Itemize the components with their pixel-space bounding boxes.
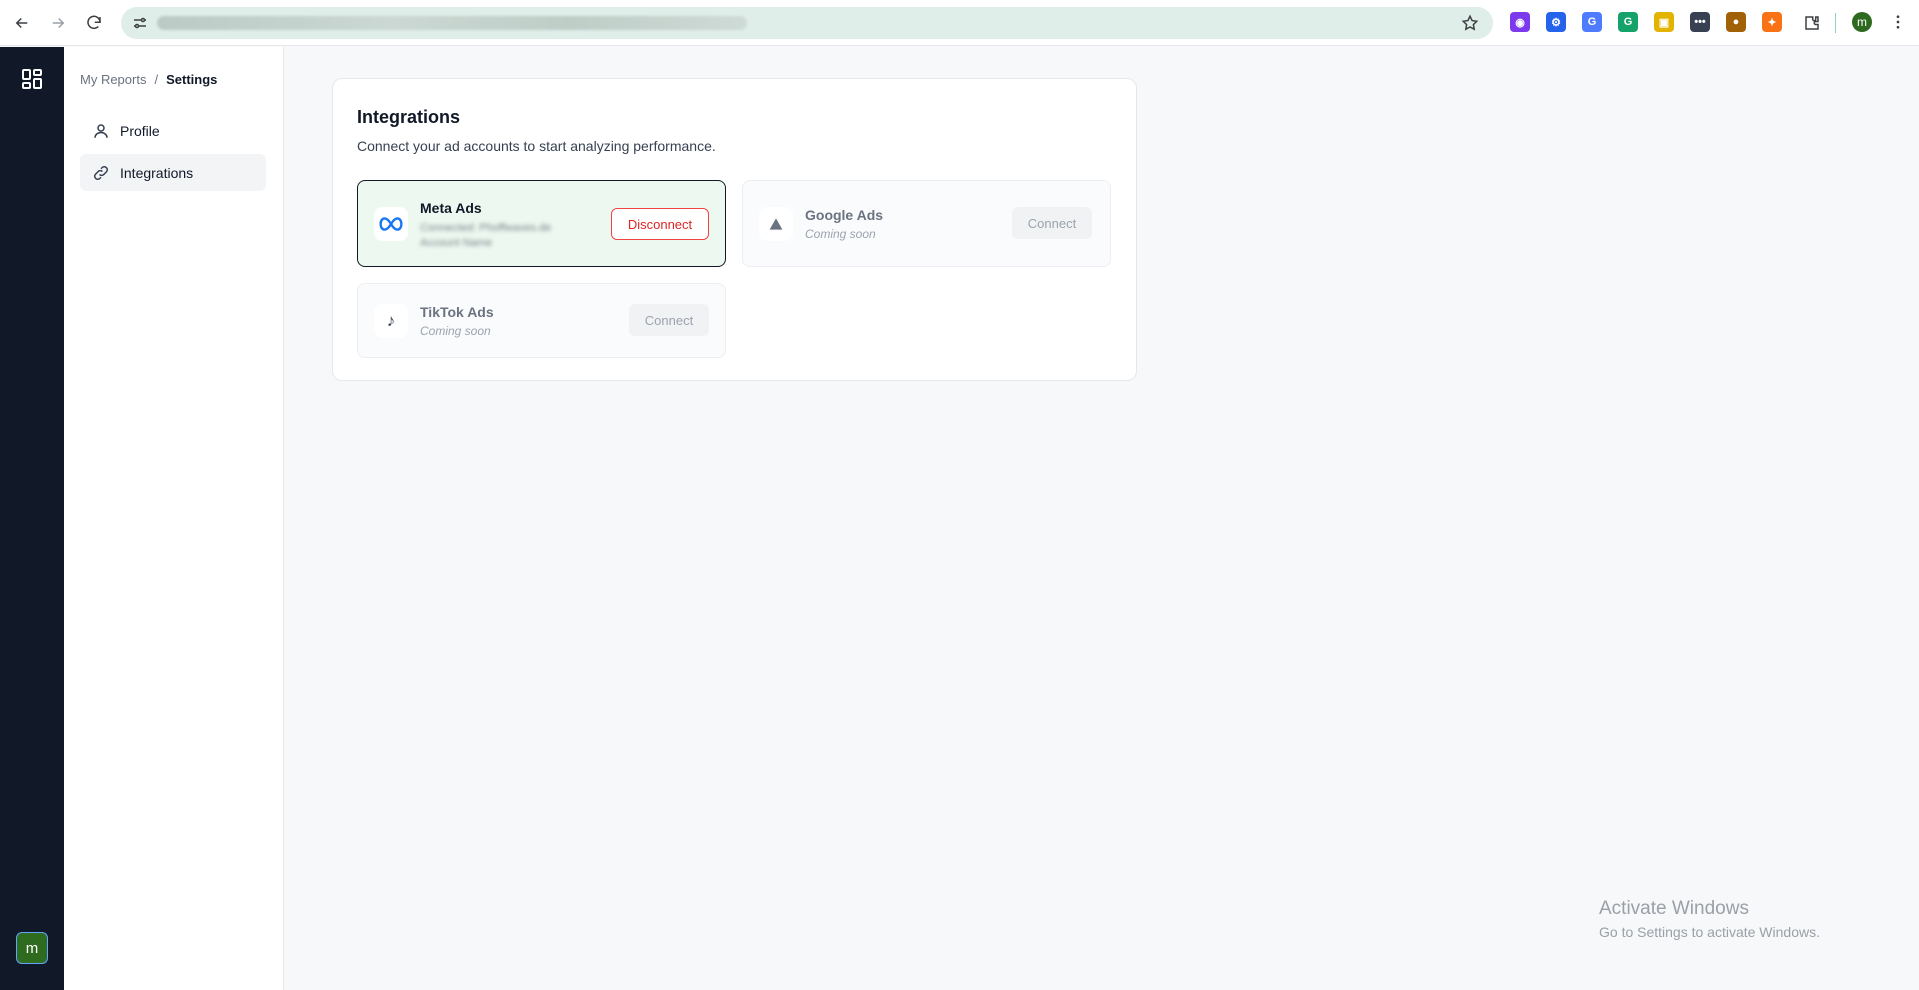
integration-status: Coming soon (805, 227, 876, 241)
connect-button[interactable]: Connect (629, 304, 709, 336)
sidebar-item-label: Integrations (120, 164, 194, 181)
integration-tiktok-ads: ♪ TikTok Ads Coming soon Connect (357, 283, 726, 358)
meta-infinity-icon (374, 207, 408, 241)
clicker-extension-icon[interactable]: ✦ (1762, 12, 1782, 32)
connect-button[interactable]: Connect (1012, 207, 1092, 239)
integration-name: Google Ads (805, 207, 884, 223)
connected-account-blurred: Connected: Phoffwaves.de Account Name (420, 222, 552, 249)
breadcrumb: My Reports / Settings (80, 72, 217, 87)
forward-arrow-icon[interactable] (46, 11, 70, 35)
password-extension-icon[interactable]: ••• (1690, 12, 1710, 32)
chrome-menu-icon[interactable] (1888, 12, 1908, 32)
dashboard-grid-icon[interactable] (20, 67, 44, 91)
app-rail: m (0, 47, 64, 990)
user-avatar[interactable]: m (16, 932, 48, 964)
browser-toolbar: ◉ ⚙ G G ▣ ••• ● ✦ m (0, 0, 1919, 46)
toolbar-divider (1835, 13, 1836, 33)
link-icon (93, 165, 109, 180)
watermark-subtitle: Go to Settings to activate Windows. (1599, 924, 1820, 940)
cookie-extension-icon[interactable]: ● (1726, 12, 1746, 32)
gear-extension-icon[interactable]: ⚙ (1546, 12, 1566, 32)
settings-sidebar: My Reports / Settings Profile Integratio… (64, 47, 284, 990)
translate-extension-icon[interactable]: G (1582, 12, 1602, 32)
browser-profile-avatar[interactable]: m (1852, 12, 1872, 32)
extensions-icon[interactable] (1800, 11, 1824, 35)
integrations-card: Integrations Connect your ad accounts to… (332, 78, 1137, 381)
watermark-title: Activate Windows (1599, 898, 1749, 919)
user-icon (94, 123, 108, 138)
breadcrumb-current: Settings (166, 72, 218, 87)
triangle-icon (759, 207, 793, 241)
breadcrumb-separator: / (154, 72, 159, 87)
address-bar[interactable] (121, 7, 1493, 39)
sidebar-item-label: Profile (120, 122, 160, 139)
grammarly-extension-icon[interactable]: G (1618, 12, 1638, 32)
bookmark-star-icon[interactable] (1461, 14, 1479, 32)
integration-name: Meta Ads (420, 200, 482, 216)
integration-status: Coming soon (420, 324, 491, 338)
color-picker-extension-icon[interactable]: ◉ (1510, 12, 1530, 32)
page-subtitle: Connect your ad accounts to start analyz… (357, 138, 716, 154)
reload-icon[interactable] (82, 11, 106, 35)
site-settings-icon[interactable] (131, 14, 149, 32)
integration-google-ads: Google Ads Coming soon Connect (742, 180, 1111, 267)
breadcrumb-my-reports[interactable]: My Reports (80, 72, 146, 87)
music-note-icon: ♪ (374, 304, 408, 338)
disconnect-button[interactable]: Disconnect (611, 208, 709, 240)
back-arrow-icon[interactable] (10, 11, 34, 35)
screenshot-extension-icon[interactable]: ▣ (1654, 12, 1674, 32)
activate-windows-watermark: Activate Windows Go to Settings to activ… (1599, 898, 1820, 940)
page-title: Integrations (357, 107, 461, 127)
sidebar-item-integrations[interactable]: Integrations (80, 154, 266, 191)
blurred-url (157, 16, 747, 30)
integration-meta-ads: Meta Ads Connected: Phoffwaves.de Accoun… (357, 180, 726, 267)
integration-name: TikTok Ads (420, 304, 494, 320)
sidebar-item-profile[interactable]: Profile (80, 112, 266, 149)
